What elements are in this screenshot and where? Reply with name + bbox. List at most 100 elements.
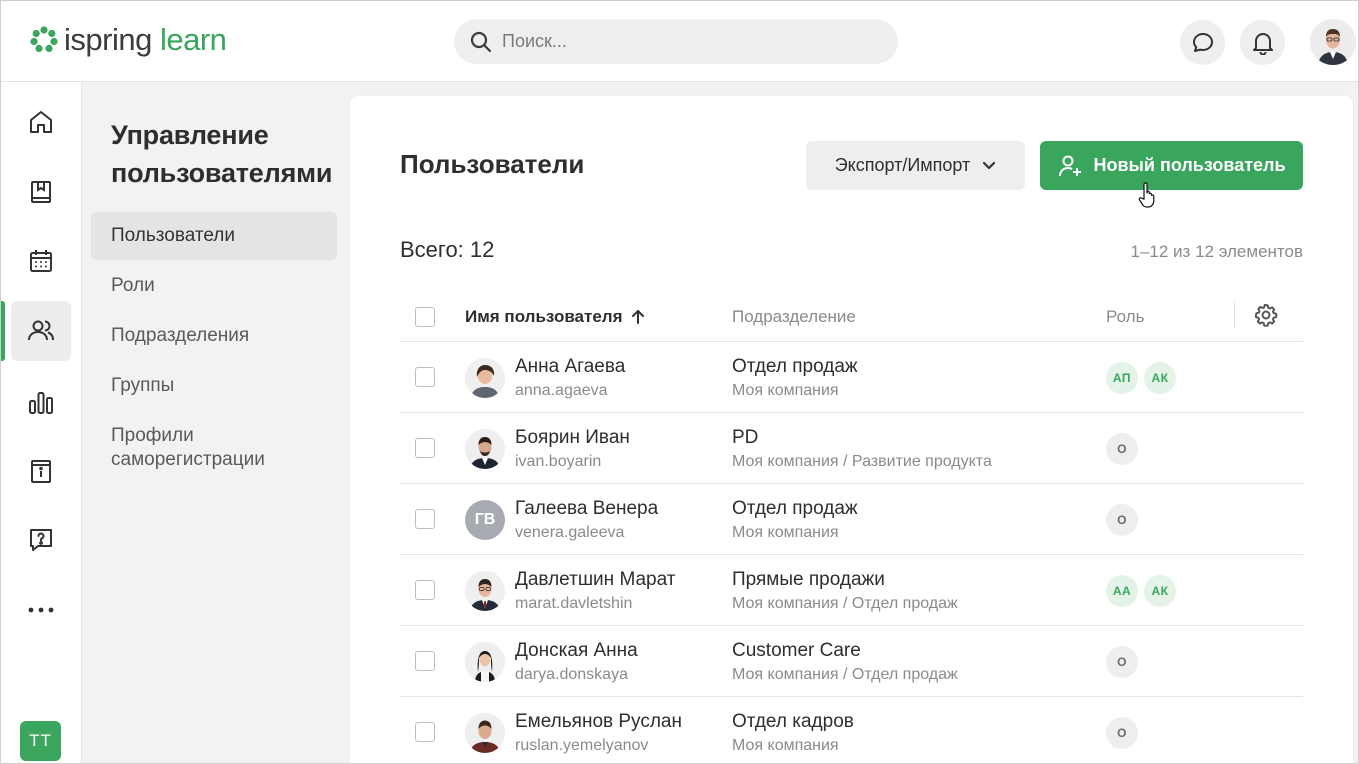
role-badge: О [1106,646,1138,678]
role-badges: О [1106,433,1138,465]
new-user-button[interactable]: Новый пользователь [1040,141,1303,190]
column-header-role[interactable]: Роль [1106,307,1144,327]
rail-reports[interactable] [11,372,71,432]
row-checkbox[interactable] [415,509,435,529]
sidebar-item-roles[interactable]: Роли [91,262,337,310]
user-name[interactable]: Емельянов Руслан [515,711,682,733]
total-count: Всего: 12 [400,237,495,262]
search-bar[interactable] [454,19,898,64]
user-name[interactable]: Давлетшин Марат [515,569,675,591]
table-row[interactable]: ГВ Галеева Венера venera.galeeva Отдел п… [400,484,1303,555]
user-department: Отдел продаж [732,356,858,377]
search-input[interactable] [502,31,862,52]
user-department: Отдел кадров [732,711,854,732]
book-icon [31,181,51,203]
sidebar-item-groups[interactable]: Группы [91,362,337,410]
avatar-man-icon [465,713,505,753]
export-import-button[interactable]: Экспорт/Импорт [806,141,1025,190]
info-board-icon [31,460,51,483]
avatar [465,358,505,398]
avatar [465,429,505,469]
users-panel: Пользователи Экспорт/Импорт Новый пользо… [350,96,1353,764]
user-department-path: Моя компания [732,737,839,754]
row-checkbox[interactable] [415,651,435,671]
export-import-label: Экспорт/Импорт [834,155,971,175]
search-icon [470,31,492,52]
rail-calendar[interactable] [11,231,71,291]
sidebar-item-self-registration[interactable]: Профили саморегистрации [91,412,311,484]
avatar [465,571,505,611]
user-department-path: Моя компания [732,382,839,399]
new-user-label: Новый пользователь [1093,155,1286,175]
user-name[interactable]: Боярин Иван [515,427,630,449]
user-department: Customer Care [732,640,861,661]
calendar-icon [30,250,52,272]
role-badge: О [1106,504,1138,536]
user-login: ruslan.yemelyanov [515,737,649,754]
row-checkbox[interactable] [415,438,435,458]
chevron-down-icon [983,161,996,169]
chat-button[interactable] [1180,20,1225,65]
rail-help[interactable] [11,510,71,570]
user-avatar[interactable] [1310,19,1356,65]
rail-home[interactable] [11,92,71,152]
user-login: venera.galeeva [515,524,625,541]
gear-icon[interactable] [1253,302,1279,328]
avatar-woman-icon [465,642,505,682]
user-department-path: Моя компания / Отдел продаж [732,595,958,612]
row-checkbox[interactable] [415,367,435,387]
role-badges: О [1106,646,1138,678]
question-bubble-icon [30,529,52,551]
users-sidebar: Управление пользователями Пользователи Р… [82,82,350,764]
table-row[interactable]: Анна Агаева anna.agaeva Отдел продаж Моя… [400,342,1303,413]
user-department: Отдел продаж [732,498,858,519]
column-header-name[interactable]: Имя пользователя [465,307,645,327]
table-header: Имя пользователя Подразделение Роль [400,294,1303,342]
role-badge: О [1106,433,1138,465]
user-name[interactable]: Анна Агаева [515,356,625,378]
current-user-initials-button[interactable]: TT [20,721,61,761]
avatar-man-icon [1310,19,1356,65]
column-header-department[interactable]: Подразделение [732,307,856,327]
ispring-logo[interactable]: ispring learn [30,22,227,58]
rail-users[interactable] [11,301,71,361]
select-all-checkbox[interactable] [415,307,435,327]
role-badge: АК [1144,575,1176,607]
row-checkbox[interactable] [415,580,435,600]
avatar [465,713,505,753]
logo-text: ispring learn [64,22,227,58]
icon-rail [0,82,82,764]
sidebar-title: Управление пользователями [111,120,333,188]
ispring-flower-icon [30,26,58,53]
table-row[interactable]: Давлетшин Марат marat.davletshin Прямые … [400,555,1303,626]
logo-text-ispring: ispring [64,22,152,57]
rail-courses[interactable] [11,162,71,222]
role-badge: О [1106,717,1138,749]
table-row[interactable]: Боярин Иван ivan.boyarin PD Моя компания… [400,413,1303,484]
table-row[interactable]: Емельянов Руслан ruslan.yemelyanov Отдел… [400,697,1303,764]
rail-info[interactable] [11,441,71,501]
user-department-path: Моя компания / Отдел продаж [732,666,958,683]
role-badges: АА АК [1106,575,1176,607]
sidebar-item-departments[interactable]: Подразделения [91,312,337,360]
avatar-man-icon [465,429,505,469]
role-badges: О [1106,504,1138,536]
sidebar-item-users[interactable]: Пользователи [91,212,337,260]
hand-pointer-icon [1138,182,1155,208]
role-badges: АП АК [1106,362,1176,394]
user-department: Прямые продажи [732,569,885,590]
user-login: marat.davletshin [515,595,633,612]
sort-ascending-icon [631,310,644,324]
role-badges: О [1106,717,1138,749]
table-row[interactable]: Донская Анна darya.donskaya Customer Car… [400,626,1303,697]
role-badge: АК [1144,362,1176,394]
page-title: Пользователи [400,149,585,179]
rail-more[interactable] [11,580,71,640]
notifications-button[interactable] [1240,20,1285,65]
row-checkbox[interactable] [415,722,435,742]
logo-text-learn: learn [159,22,227,57]
user-name[interactable]: Галеева Венера [515,498,658,520]
user-name[interactable]: Донская Анна [515,640,638,662]
column-divider [1234,302,1235,328]
column-name-label: Имя пользователя [465,307,623,326]
